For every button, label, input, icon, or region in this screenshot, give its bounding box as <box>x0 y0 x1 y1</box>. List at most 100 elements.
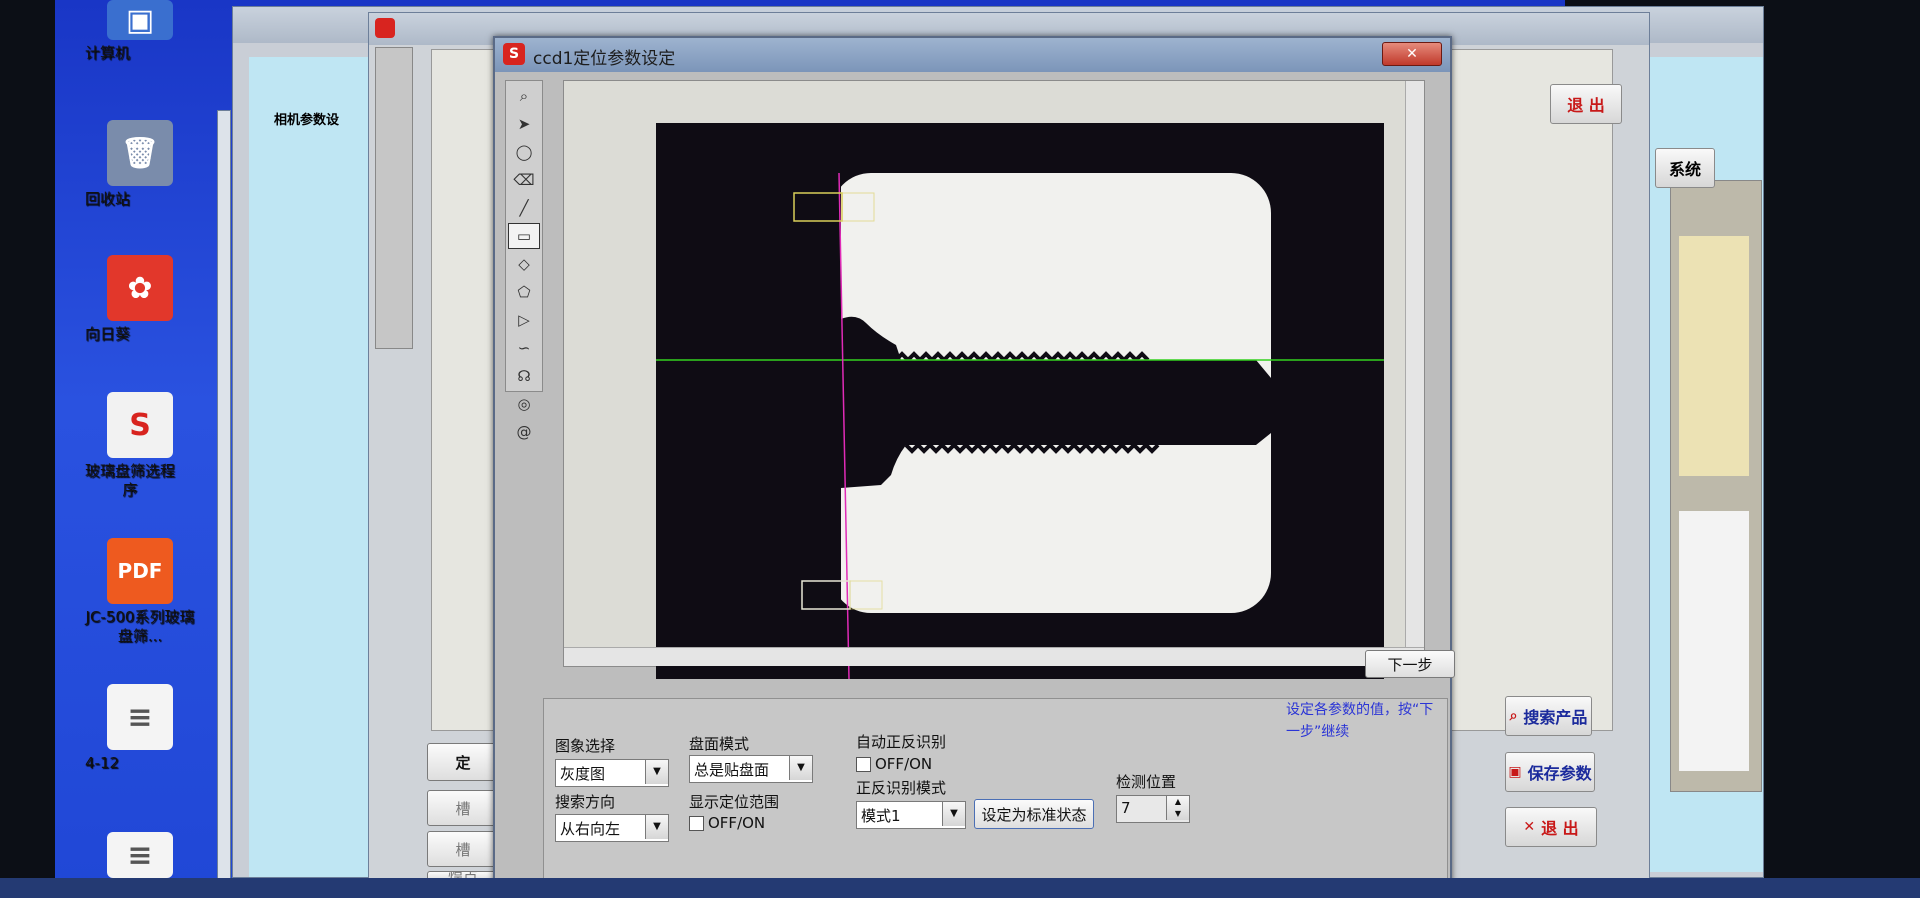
camera-image[interactable] <box>656 123 1384 680</box>
desktop-icon-spreadsheet[interactable]: ≡ <box>85 832 195 882</box>
right-info-yellow <box>1679 236 1749 476</box>
desktop-icon-document[interactable]: ≡ 4-12 <box>85 684 195 772</box>
drawing-toolbar: ⌕ ➤ ◯ ⌫ ╱ ▭ ◇ ⬠ ▷ ∽ ☊ ◎ @ <box>505 80 543 441</box>
desktop-icon-sunlogin[interactable]: ✿ 向日葵 <box>85 255 195 343</box>
search-direction-label: 搜索方向 <box>555 793 616 811</box>
checkbox-icon <box>856 756 871 772</box>
desktop-icon-glass-sorter[interactable]: S 玻璃盘筛选程序 <box>85 392 195 499</box>
close-icon: ✕ <box>1406 46 1418 62</box>
detect-mode-dropdown[interactable]: 模式1 ▼ <box>856 801 966 829</box>
close-button[interactable]: ✕ <box>1382 42 1442 66</box>
computer-icon: ▣ <box>107 0 173 40</box>
chevron-down-icon: ▼ <box>645 815 668 839</box>
diamond-icon: ◇ <box>518 255 530 273</box>
desktop-icon-pdf-manual[interactable]: PDF JC-500系列玻璃盘筛... <box>85 538 195 645</box>
polygon-tool[interactable]: ⬠ <box>508 279 540 305</box>
diamond-tool[interactable]: ◇ <box>508 251 540 277</box>
camera-toolbar <box>375 47 413 349</box>
ring-icon: ◎ <box>517 395 531 413</box>
desktop-icon-label: 玻璃盘筛选程序 <box>85 462 176 499</box>
right-info-panel <box>1670 180 1762 792</box>
image-select-label: 图象选择 <box>555 737 616 755</box>
taskbar <box>0 878 1920 898</box>
lasso-icon: ☊ <box>517 367 531 385</box>
chevron-down-icon: ▼ <box>645 760 668 784</box>
system-button[interactable]: 系统 <box>1655 148 1715 188</box>
shape-icon: ▷ <box>518 311 530 329</box>
horizontal-scrollbar[interactable] <box>564 647 1424 666</box>
glass-sorter-app-icon: S <box>107 392 173 458</box>
spiral-tool[interactable]: @ <box>508 419 540 445</box>
search-direction-dropdown[interactable]: 从右向左 ▼ <box>555 814 669 842</box>
circle-tool[interactable]: ◯ <box>508 139 540 165</box>
stepper-arrows-icon: ▲ ▼ <box>1166 796 1189 820</box>
desktop-icon-label: 4-12 <box>85 754 120 772</box>
desktop-icon-label: 回收站 <box>85 190 131 208</box>
search-product-button[interactable]: ⌕ 搜索产品 <box>1505 696 1592 736</box>
locate-button[interactable]: 定 <box>427 743 499 781</box>
polygon-icon: ⬠ <box>517 283 531 301</box>
dialog-title: ccd1定位参数设定 <box>533 49 676 69</box>
image-select-dropdown[interactable]: 灰度图 ▼ <box>555 759 669 787</box>
exit-top-button[interactable]: 退 出 <box>1550 84 1622 124</box>
desktop-icon-recycle-bin[interactable]: 🗑 回收站 <box>85 120 195 208</box>
curve-icon: ∽ <box>517 339 531 357</box>
camera-params-label: 相机参数设 <box>274 113 340 128</box>
auto-detect-checkbox[interactable]: OFF/ON <box>856 755 932 773</box>
next-step-button[interactable]: 下一步 <box>1365 650 1455 678</box>
app-logo-icon: S <box>503 43 525 65</box>
save-params-button[interactable]: ▣ 保存参数 <box>1505 752 1595 792</box>
desktop-icon-label: 计算机 <box>85 44 131 62</box>
document-icon: ≡ <box>107 684 173 750</box>
rectangle-tool[interactable]: ▭ <box>508 223 540 249</box>
sunlogin-icon: ✿ <box>107 255 173 321</box>
search-icon: ⌕ <box>1509 708 1518 724</box>
pointer-tool[interactable]: ➤ <box>508 111 540 137</box>
chevron-down-icon: ▼ <box>789 756 812 780</box>
background-window-strip <box>217 110 231 892</box>
shape-tool[interactable]: ▷ <box>508 307 540 333</box>
exit-button[interactable]: ✕ 退 出 <box>1505 807 1597 847</box>
circle-icon: ◯ <box>515 143 533 161</box>
show-range-checkbox[interactable]: OFF/ON <box>689 814 765 832</box>
pointer-icon: ➤ <box>517 115 531 133</box>
desktop-icon-label: JC-500系列玻璃盘筛... <box>85 608 195 645</box>
detect-position-stepper[interactable]: 7 ▲ ▼ <box>1116 795 1190 823</box>
eraser-tool[interactable]: ⌫ <box>508 167 540 193</box>
close-icon: ✕ <box>1523 819 1536 835</box>
lasso-tool[interactable]: ☊ <box>508 363 540 389</box>
instruction-hint: 设定各参数的值，按“下一步”继续 <box>1286 702 1434 740</box>
desktop-icon-computer[interactable]: ▣ 计算机 <box>85 0 195 62</box>
show-range-label: 显示定位范围 <box>689 793 780 811</box>
slot-button-2[interactable]: 槽 <box>427 831 499 867</box>
eraser-icon: ⌫ <box>513 171 535 189</box>
ring-tool[interactable]: ◎ <box>508 391 540 417</box>
desktop-icon-label: 向日葵 <box>85 325 131 343</box>
settings-panel: 图象选择 灰度图 ▼ 搜索方向 从右向左 ▼ 盘面模式 总是贴盘面 ▼ 显示定位范围 … <box>543 698 1448 885</box>
rectangle-icon: ▭ <box>516 227 532 245</box>
app-logo-icon <box>375 18 395 38</box>
surface-mode-label: 盘面模式 <box>689 735 750 753</box>
image-viewport[interactable] <box>563 80 1425 680</box>
detect-mode-label: 正反识别模式 <box>856 779 947 797</box>
left-blue-panel: 相机参数设 <box>249 57 384 877</box>
recycle-bin-icon: 🗑 <box>107 120 173 186</box>
pdf-icon: PDF <box>107 538 173 604</box>
checkbox-icon <box>689 815 704 831</box>
dialog-titlebar: S ccd1定位参数设定 ✕ <box>495 38 1450 72</box>
line-tool[interactable]: ╱ <box>508 195 540 221</box>
camera-image-svg <box>656 123 1384 680</box>
set-standard-state-button[interactable]: 设定为标准状态 <box>974 799 1094 829</box>
zoom-icon: ⌕ <box>519 87 529 105</box>
spiral-icon: @ <box>516 423 532 441</box>
zoom-tool[interactable]: ⌕ <box>508 83 540 109</box>
spreadsheet-icon: ≡ <box>107 832 173 878</box>
vertical-scrollbar[interactable] <box>1405 81 1424 666</box>
chevron-down-icon: ▼ <box>942 802 965 826</box>
curve-tool[interactable]: ∽ <box>508 335 540 361</box>
right-info-white <box>1679 511 1749 771</box>
auto-detect-label: 自动正反识别 <box>856 733 947 751</box>
slot-button-1[interactable]: 槽 <box>427 790 499 826</box>
save-icon: ▣ <box>1508 764 1522 780</box>
surface-mode-dropdown[interactable]: 总是贴盘面 ▼ <box>689 755 813 783</box>
